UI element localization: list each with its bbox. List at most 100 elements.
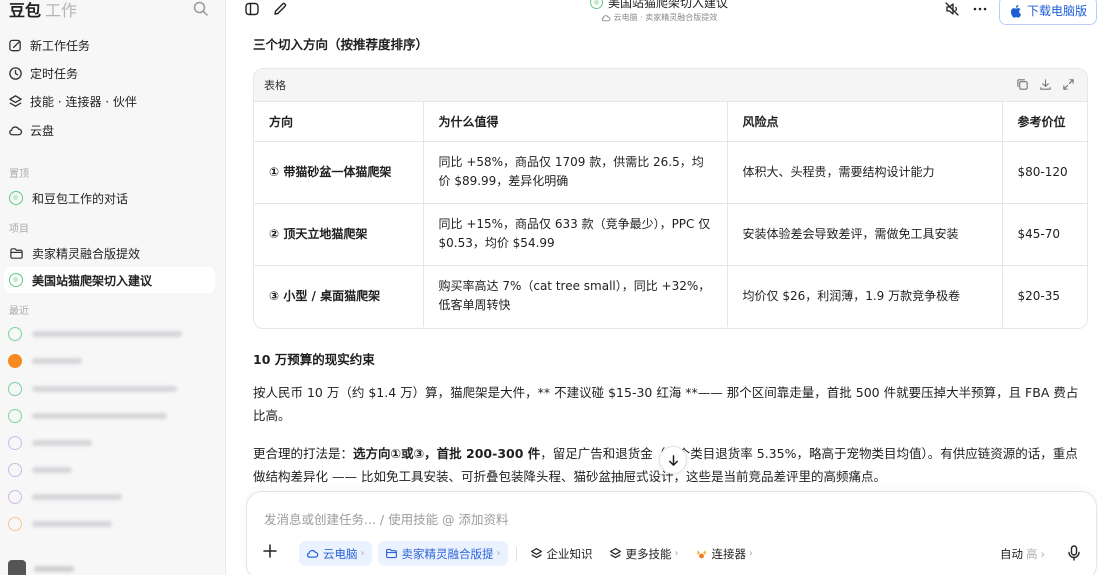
nav-cloud-drive[interactable]: 云盘 [8,118,214,142]
search-icon[interactable] [192,0,210,18]
project-item-cat-tree[interactable]: 美国站猫爬架切入建议 [4,267,215,293]
chat-status-icon [9,191,23,205]
table-cell: 安装体验差会导致差评，需做免工具安装 [727,203,1003,266]
table-header-row: 方向 为什么值得 风险点 参考价位 [254,102,1087,142]
top-bar: 美国站猫爬架切入建议 云电脑 · 卖家精灵融合版提效 下载电脑版 [227,0,1098,30]
table-label: 表格 [264,79,286,92]
chat-status-icon [8,490,22,504]
agent-icon [8,354,22,368]
chat-status-icon [589,0,603,9]
connector-icon [696,550,706,559]
scroll-to-bottom-button[interactable] [659,446,687,474]
table-header-bar: 表格 [254,69,1087,102]
chevron-right-icon: › [360,548,365,559]
chip-cloud-computer[interactable]: 云电脑 › [299,541,372,566]
pinned-section-label: 置顶 [9,169,29,180]
chat-status-icon [8,463,22,477]
arrow-down-icon [668,454,678,466]
layers-icon [9,94,22,107]
nav-skills-label: 技能 · 连接器 · 伙伴 [30,94,137,109]
chat-status-icon [8,409,22,423]
nav-scheduled-task[interactable]: 定时任务 [8,61,214,85]
chip-more-skills[interactable]: 更多技能 › [604,541,684,566]
composer-input[interactable]: 发消息或创建任务... / 使用技能 @ 添加资料 [264,509,509,528]
chat-status-icon [8,436,22,450]
folder-icon [385,548,397,559]
table-cell: $45-70 [1002,203,1087,266]
download-desktop-button[interactable]: 下载电脑版 [999,0,1097,25]
nav-new-task[interactable]: 新工作任务 [8,33,214,57]
recent-item[interactable] [8,489,216,505]
chevron-right-icon: › [674,548,679,559]
recent-item[interactable] [8,408,216,424]
column-header: 为什么值得 [423,102,728,142]
chip-enterprise-knowledge[interactable]: 企业知识 [525,541,598,566]
apple-icon [1010,4,1021,18]
conversation-title[interactable]: 美国站猫爬架切入建议 云电脑 · 卖家精灵融合版提效 [544,0,774,23]
nav-scheduled-task-label: 定时任务 [30,66,79,81]
nav-new-task-label: 新工作任务 [30,38,91,53]
voice-input-button[interactable] [1061,540,1087,566]
recent-item[interactable] [8,516,216,532]
projects-section-label: 项目 [9,224,29,235]
column-header: 风险点 [727,102,1003,142]
download-desktop-label: 下载电脑版 [1026,4,1087,18]
more-icon[interactable] [972,1,988,17]
paragraph: 按人民币 10 万（约 $1.4 万）算，猫爬架是大件，** 不建议碰 $15-… [253,385,1079,423]
recent-section-label: 最近 [9,306,29,317]
table-cell: $20-35 [1017,288,1061,303]
recent-item[interactable] [8,462,216,478]
chevron-right-icon: › [1040,547,1046,561]
pinned-item-label: 和豆包工作的对话 [32,191,129,206]
sidebar-toggle-icon[interactable] [244,1,260,17]
column-header: 方向 [254,102,424,142]
table-cell: 同比 +58%，商品仅 1709 款，供需比 26.5，均价 $89.99，差异… [423,141,728,204]
brand-logo[interactable]: 豆包 工作 [9,0,77,22]
table-cell: $80-120 [1002,141,1087,204]
conversation-subtitle: 云电脑 · 卖家精灵融合版提效 [613,13,718,22]
paragraph-emphasis: 选方向①或③，首批 200-300 件 [353,446,541,461]
chat-status-icon [8,517,22,531]
chip-label: 企业知识 [546,546,593,561]
chip-label: 卖家精灵融合版提 [401,546,494,561]
expand-icon[interactable] [1062,78,1075,91]
section-heading: 三个切入方向（按推荐度排序） [253,37,429,52]
download-icon[interactable] [1039,78,1052,91]
divider [515,546,517,561]
chat-status-icon [8,382,22,396]
table-row: ① 带猫砂盆一体猫爬架 同比 +58%，商品仅 1709 款，供需比 26.5，… [254,141,1087,204]
nav-skills[interactable]: 技能 · 连接器 · 伙伴 [8,89,214,113]
folder-icon [10,247,23,259]
recent-item[interactable] [8,353,216,369]
cloud-icon [9,125,23,135]
cloud-icon [601,14,611,21]
mute-icon[interactable] [944,1,960,17]
brand-sub: 工作 [45,1,78,20]
message-composer[interactable]: 发消息或创建任务... / 使用技能 @ 添加资料 云电脑 › 卖家精灵融合版提 ›… [246,491,1097,575]
chevron-right-icon: › [749,548,753,559]
chip-connectors[interactable]: 连接器 › [690,541,759,566]
plus-icon[interactable] [262,543,278,559]
chat-status-icon [8,327,22,341]
copy-icon[interactable] [1016,78,1029,91]
table-cell: 购买率高达 7%（cat tree small），同比 +32%，低客单周转快 [423,265,728,327]
mode-selector[interactable]: 自动高 › [1000,546,1045,562]
user-profile[interactable] [8,560,74,575]
clock-icon [9,66,22,80]
chip-project[interactable]: 卖家精灵融合版提 › [377,541,508,566]
table-cell: ② 顶天立地猫爬架 [254,203,424,266]
paragraph-text: 更合理的打法是： [253,446,354,461]
edit-icon[interactable] [272,1,288,17]
table-row: ③ 小型 / 桌面猫爬架 购买率高达 7%（cat tree small），同比… [254,265,1087,327]
microphone-icon [1068,545,1080,561]
recent-item[interactable] [8,381,216,397]
table-cell: ① 带猫砂盆一体猫爬架 [254,141,424,204]
data-table: 方向 为什么值得 风险点 参考价位 ① 带猫砂盆一体猫爬架 同比 +58%，商品… [254,102,1087,327]
recent-item[interactable] [8,435,216,451]
pinned-item-chat[interactable]: 和豆包工作的对话 [4,185,215,211]
layers-icon [530,548,542,559]
layers-icon [609,548,621,559]
table-row: ② 顶天立地猫爬架 同比 +15%，商品仅 633 款（竞争最少），PPC 仅 … [254,203,1087,266]
recent-item[interactable] [8,326,216,342]
project-item-seller-sprite[interactable]: 卖家精灵融合版提效 [4,240,215,266]
